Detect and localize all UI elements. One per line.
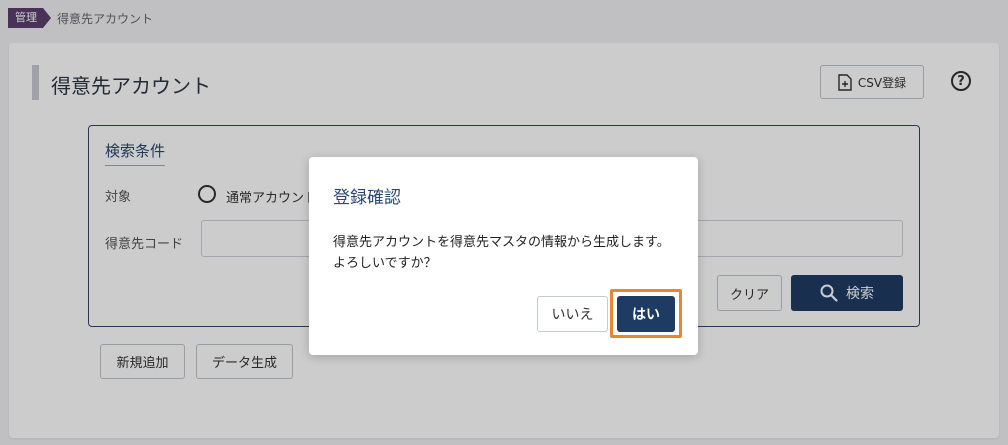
no-button-label: いいえ [551,307,594,323]
dialog-message: 得意先アカウントを得意先マスタの情報から生成します。 よろしいですか？ [333,232,683,274]
dialog-message-line1: 得意先アカウントを得意先マスタの情報から生成します。 [333,235,670,250]
no-button[interactable]: いいえ [537,296,608,332]
dialog-message-line2: よろしいですか？ [333,256,437,271]
confirm-dialog: 登録確認 得意先アカウントを得意先マスタの情報から生成します。 よろしいですか？… [309,157,698,355]
yes-button-label: はい [632,307,660,323]
dialog-title: 登録確認 [333,188,401,208]
yes-button[interactable]: はい [617,296,675,332]
